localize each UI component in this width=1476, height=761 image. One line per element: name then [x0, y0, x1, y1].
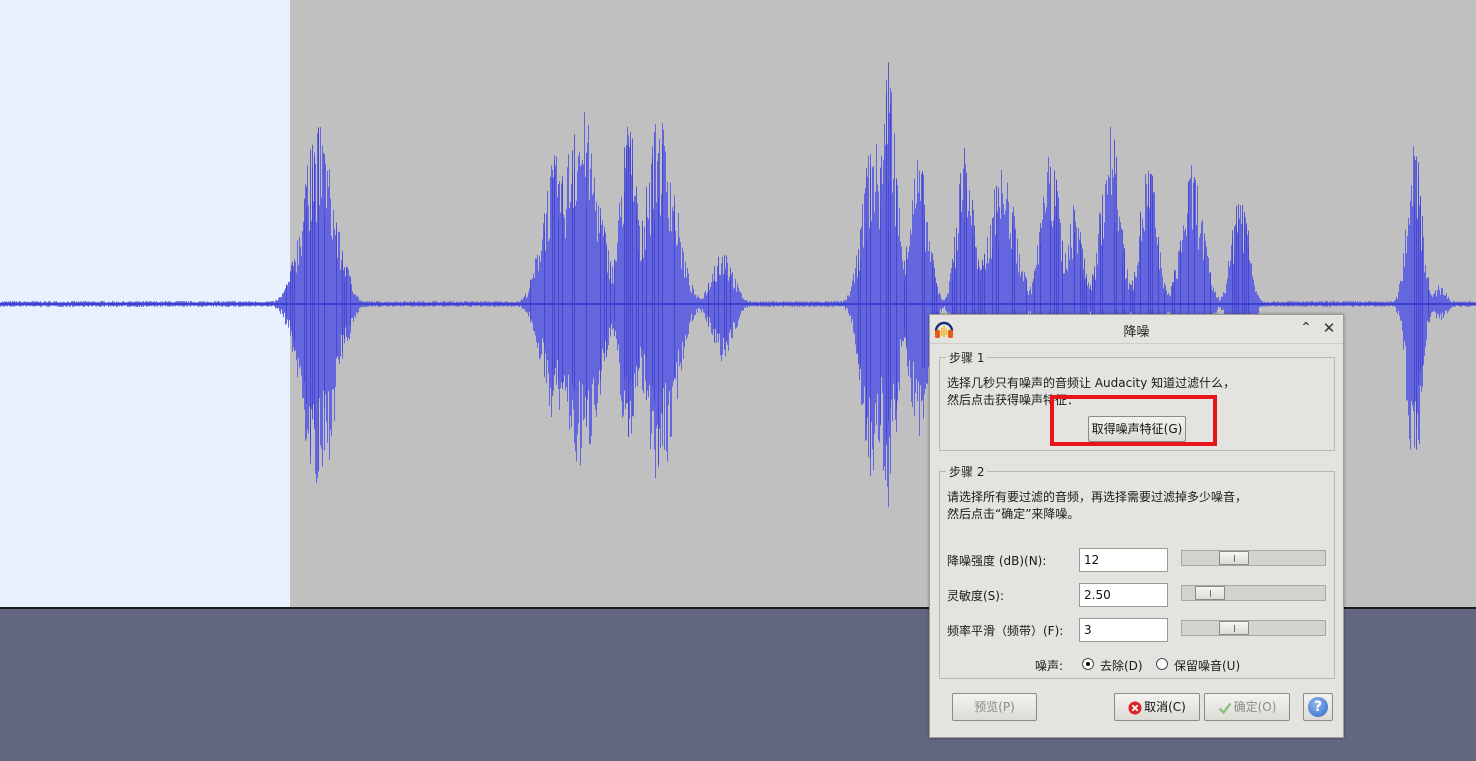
slider-groove: [1181, 550, 1326, 566]
remove-noise-radio-label[interactable]: 去除(D): [1100, 657, 1143, 674]
noise-option-label: 噪声:: [1035, 659, 1064, 673]
slider-thumb[interactable]: [1219, 551, 1249, 565]
help-icon: ?: [1308, 697, 1328, 717]
dialog-title: 降噪: [1123, 325, 1150, 340]
sensitivity-slider[interactable]: [1181, 585, 1326, 601]
step2-legend: 步骤 2: [946, 463, 988, 480]
preview-button[interactable]: 预览(P): [952, 693, 1037, 721]
slider-thumb[interactable]: [1219, 621, 1249, 635]
slider-thumb[interactable]: [1195, 586, 1225, 600]
close-icon[interactable]: ✕: [1320, 319, 1338, 337]
get-noise-profile-button[interactable]: 取得噪声特征(G): [1088, 416, 1186, 442]
sensitivity-label: 灵敏度(S):: [947, 589, 1005, 603]
cancel-button-label: 取消(C): [1144, 700, 1186, 714]
dialog-titlebar[interactable]: 降噪 ⌃ ✕: [930, 315, 1343, 344]
step2-instruction-line1: 请选择所有要过滤的音频，再选择需要过滤掉多少噪音，: [947, 490, 1248, 504]
step2-instruction-line2: 然后点击“确定”来降噪。: [947, 507, 1080, 521]
ok-button[interactable]: 确定(O): [1204, 693, 1290, 721]
noise-reduction-label: 降噪强度 (dB)(N):: [947, 554, 1047, 568]
cancel-x-icon: [1128, 701, 1142, 714]
sensitivity-input[interactable]: [1079, 583, 1168, 607]
ok-button-label: 确定(O): [1233, 700, 1277, 714]
noise-reduction-dialog: 降噪 ⌃ ✕ 步骤 1 选择几秒只有噪声的音频让 Audacity 知道过滤什么…: [929, 314, 1344, 738]
step1-group: 步骤 1 选择几秒只有噪声的音频让 Audacity 知道过滤什么， 然后点击获…: [939, 349, 1335, 451]
step1-legend: 步骤 1: [946, 349, 988, 366]
step1-instruction-line2: 然后点击获得噪声特征：: [947, 393, 1080, 407]
remove-noise-radio[interactable]: [1082, 658, 1094, 670]
step1-instruction-line1: 选择几秒只有噪声的音频让 Audacity 知道过滤什么，: [947, 376, 1236, 390]
freq-smoothing-label: 频率平滑（频带）(F):: [947, 624, 1064, 638]
slider-groove: [1181, 620, 1326, 636]
help-button[interactable]: ?: [1303, 693, 1333, 721]
noise-reduction-slider[interactable]: [1181, 550, 1326, 566]
keep-noise-radio[interactable]: [1156, 658, 1168, 670]
cancel-button[interactable]: 取消(C): [1114, 693, 1200, 721]
freq-smoothing-input[interactable]: [1079, 618, 1168, 642]
keep-noise-radio-label[interactable]: 保留噪音(U): [1174, 657, 1240, 674]
step2-group: 步骤 2 请选择所有要过滤的音频，再选择需要过滤掉多少噪音， 然后点击“确定”来…: [939, 463, 1335, 679]
noise-reduction-input[interactable]: [1079, 548, 1168, 572]
freq-smoothing-slider[interactable]: [1181, 620, 1326, 636]
minimize-icon[interactable]: ⌃: [1297, 319, 1315, 337]
checkmark-icon: [1218, 702, 1232, 714]
